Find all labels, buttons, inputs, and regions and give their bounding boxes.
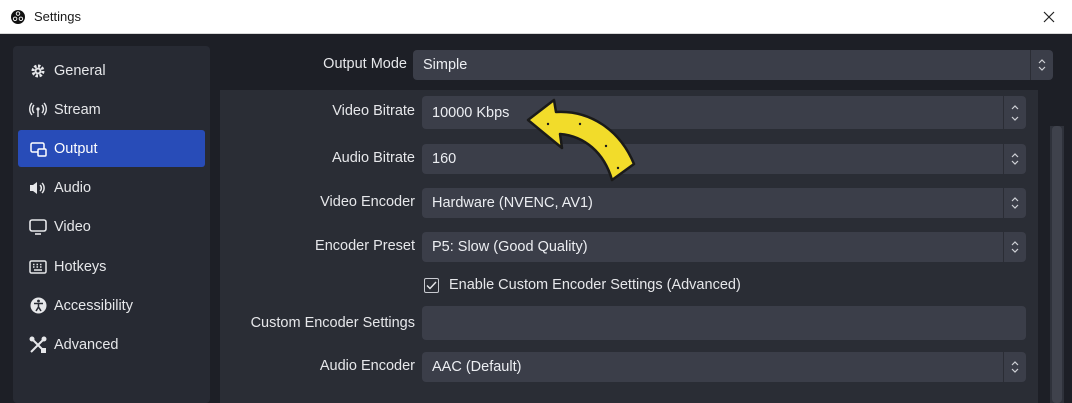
sidebar-item-label: Audio: [54, 179, 92, 196]
updown-chevron-icon: [1011, 104, 1019, 121]
sidebar-item-label: Output: [54, 140, 98, 157]
custom-encoder-settings-label: Custom Encoder Settings: [250, 315, 415, 331]
audio-encoder-select[interactable]: AAC (Default): [422, 352, 1026, 382]
audio-encoder-label: Audio Encoder: [319, 358, 415, 374]
output-mode-chevron: [1030, 50, 1053, 80]
video-bitrate-value: 10000 Kbps: [432, 104, 510, 121]
sidebar-item-label: Stream: [54, 101, 101, 118]
encoder-preset-label: Encoder Preset: [315, 238, 415, 254]
sidebar-item-video[interactable]: Video: [18, 208, 205, 245]
output-mode-label: Output Mode: [323, 56, 407, 72]
video-bitrate-label: Video Bitrate: [332, 103, 415, 119]
sidebar-item-hotkeys[interactable]: Hotkeys: [18, 248, 205, 285]
sidebar-item-label: General: [54, 62, 106, 79]
sidebar-item-output[interactable]: Output: [18, 130, 205, 167]
sidebar-item-advanced[interactable]: Advanced: [18, 326, 205, 363]
close-button[interactable]: [1026, 0, 1072, 33]
custom-encoder-checkbox-label: Enable Custom Encoder Settings (Advanced…: [449, 277, 741, 293]
updown-chevron-icon: [1011, 153, 1019, 165]
audio-encoder-chevron: [1003, 352, 1026, 382]
tools-icon: [28, 335, 48, 355]
obs-logo-icon: [11, 10, 25, 24]
video-encoder-select[interactable]: Hardware (NVENC, AV1): [422, 188, 1026, 218]
custom-encoder-checkbox[interactable]: [424, 277, 439, 293]
video-encoder-chevron: [1003, 188, 1026, 218]
window-title: Settings: [34, 9, 81, 24]
audio-bitrate-chevron: [1003, 144, 1026, 174]
video-encoder-value: Hardware (NVENC, AV1): [432, 195, 593, 211]
output-settings-content: Output Mode Simple Video Bitrate 10000 K…: [220, 46, 1072, 403]
sidebar-item-stream[interactable]: Stream: [18, 91, 205, 128]
checkmark-icon: [426, 281, 437, 290]
close-icon: [1043, 11, 1055, 22]
custom-encoder-settings-input[interactable]: [422, 306, 1026, 340]
output-mode-select[interactable]: Simple: [413, 50, 1053, 80]
encoder-preset-select[interactable]: P5: Slow (Good Quality): [422, 232, 1026, 262]
audio-encoder-value: AAC (Default): [432, 359, 522, 375]
gear-icon: [28, 61, 48, 81]
scrollbar-thumb[interactable]: [1052, 126, 1062, 403]
video-encoder-label: Video Encoder: [320, 194, 415, 210]
sidebar-item-label: Hotkeys: [54, 258, 107, 275]
updown-chevron-icon: [1038, 59, 1046, 71]
output-mode-value: Simple: [423, 57, 468, 73]
audio-bitrate-value: 160: [432, 151, 457, 167]
broadcast-icon: [28, 100, 48, 120]
vertical-scrollbar[interactable]: [1050, 126, 1064, 403]
speaker-icon: [28, 178, 48, 198]
encoder-preset-chevron: [1003, 232, 1026, 262]
audio-bitrate-select[interactable]: 160: [422, 144, 1026, 174]
title-bar: Settings: [0, 0, 1072, 34]
updown-chevron-icon: [1011, 241, 1019, 253]
custom-encoder-checkbox-row[interactable]: Enable Custom Encoder Settings (Advanced…: [424, 277, 741, 293]
video-bitrate-stepper[interactable]: [1003, 96, 1026, 129]
audio-bitrate-label: Audio Bitrate: [331, 150, 415, 166]
video-bitrate-spinbox[interactable]: 10000 Kbps: [422, 96, 1026, 129]
sidebar-item-audio[interactable]: Audio: [18, 169, 205, 206]
annotation-arrow-icon: [526, 98, 636, 182]
sidebar-item-label: Advanced: [54, 336, 119, 353]
updown-chevron-icon: [1011, 197, 1019, 209]
sidebar-item-label: Accessibility: [54, 297, 133, 314]
accessibility-icon: [28, 296, 48, 316]
sidebar-item-accessibility[interactable]: Accessibility: [18, 287, 205, 324]
sidebar-item-general[interactable]: General: [18, 52, 205, 89]
sidebar-item-label: Video: [54, 218, 91, 235]
settings-sidebar: General Stream Output Audio Video Hotkey…: [13, 46, 210, 403]
output-icon: [28, 139, 48, 159]
encoder-preset-value: P5: Slow (Good Quality): [432, 239, 588, 255]
updown-chevron-icon: [1011, 361, 1019, 373]
keyboard-icon: [28, 257, 48, 277]
monitor-icon: [28, 217, 48, 237]
